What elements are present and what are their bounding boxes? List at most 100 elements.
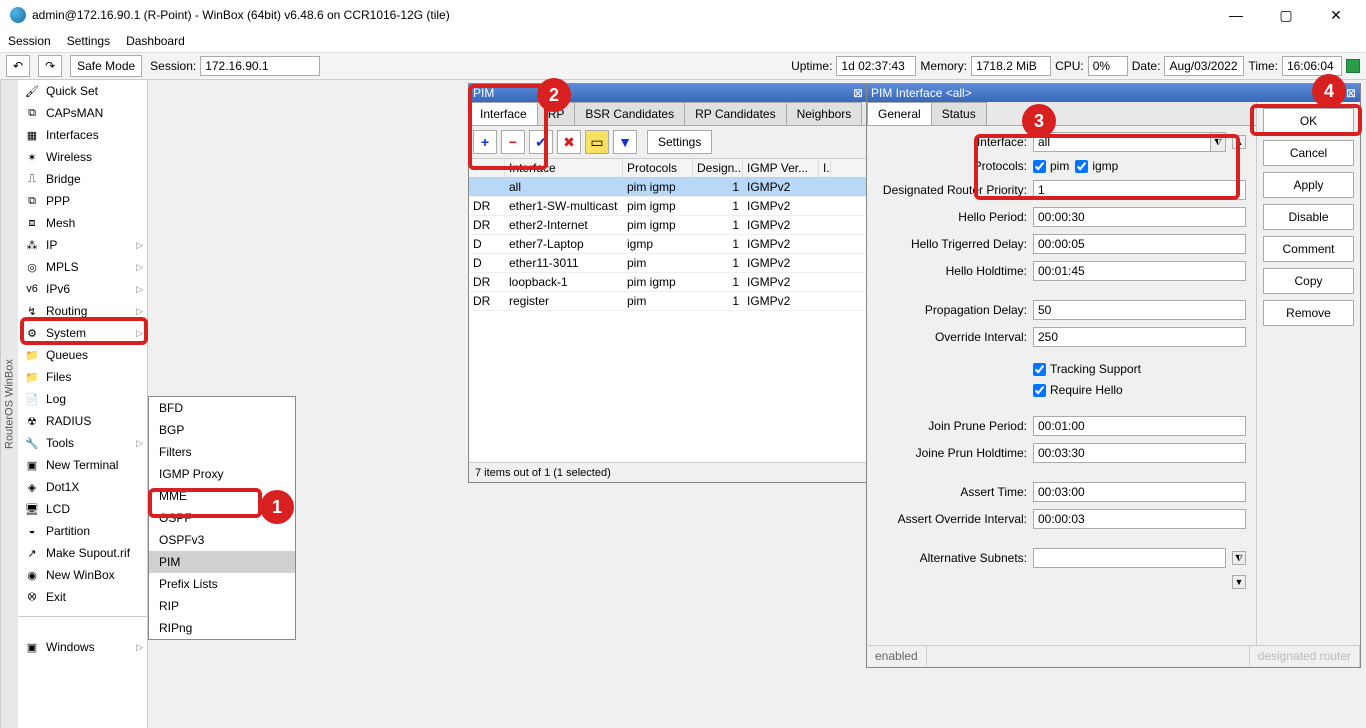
sidebar-item-partition[interactable]: ◒Partition (18, 520, 147, 542)
comment-button[interactable]: Comment (1263, 236, 1354, 262)
col-flag[interactable] (469, 159, 505, 177)
add-button[interactable]: + (473, 130, 497, 154)
col-protocols[interactable]: Protocols (623, 159, 693, 177)
pim-close-icon[interactable]: ⊠ (853, 86, 863, 100)
submenu-item-igmp-proxy[interactable]: IGMP Proxy (149, 463, 295, 485)
close-button[interactable]: ✕ (1316, 1, 1356, 29)
sidebar-item-ppp[interactable]: ⧉PPP (18, 190, 147, 212)
sidebar-item-log[interactable]: 📄Log (18, 388, 147, 410)
table-row[interactable]: DRloopback-1pim igmp1IGMPv2 (469, 273, 867, 292)
as-spin-icon[interactable]: ⧨ (1232, 551, 1246, 565)
sidebar-item-interfaces[interactable]: ▦Interfaces (18, 124, 147, 146)
pim-tab-interface[interactable]: Interface (469, 102, 538, 125)
remove-button[interactable]: − (501, 130, 525, 154)
interface-dropdown-icon[interactable]: ⧨ (1210, 132, 1226, 152)
pim-tab-bsr-candidates[interactable]: BSR Candidates (574, 102, 685, 125)
sidebar-item-capsman[interactable]: ⧉CAPsMAN (18, 102, 147, 124)
submenu-item-ripng[interactable]: RIPng (149, 617, 295, 639)
sidebar-item-routing[interactable]: ↯Routing▷ (18, 300, 147, 322)
sidebar-item-tools[interactable]: 🔧Tools▷ (18, 432, 147, 454)
table-row[interactable]: DRregisterpim1IGMPv2 (469, 292, 867, 311)
iface-close-icon[interactable]: ⊠ (1346, 86, 1356, 100)
submenu-item-pim[interactable]: PIM (149, 551, 295, 573)
sidebar-item-dot1x[interactable]: ◈Dot1X (18, 476, 147, 498)
submenu-item-bfd[interactable]: BFD (149, 397, 295, 419)
spin-down-icon[interactable]: ▼ (1232, 575, 1246, 589)
filter-button[interactable]: ▼ (613, 130, 637, 154)
tab-status[interactable]: Status (931, 102, 987, 125)
enable-button[interactable]: ✔ (529, 130, 553, 154)
oi-input[interactable] (1033, 327, 1246, 347)
sidebar-item-new-winbox[interactable]: ◉New WinBox (18, 564, 147, 586)
comment-button[interactable]: ▭ (585, 130, 609, 154)
tracking-checkbox[interactable] (1033, 363, 1046, 376)
sidebar-item-new-terminal[interactable]: ▣New Terminal (18, 454, 147, 476)
jpp-input[interactable] (1033, 416, 1246, 436)
settings-button[interactable]: Settings (647, 130, 712, 154)
safe-mode-button[interactable]: Safe Mode (70, 55, 142, 77)
spin-up-icon[interactable]: ▲ (1232, 135, 1246, 149)
pim-checkbox[interactable] (1033, 160, 1046, 173)
col-last[interactable]: I... (819, 159, 831, 177)
col-designated[interactable]: Design... (693, 159, 743, 177)
submenu-item-ospfv3[interactable]: OSPFv3 (149, 529, 295, 551)
submenu-item-filters[interactable]: Filters (149, 441, 295, 463)
submenu-item-prefix-lists[interactable]: Prefix Lists (149, 573, 295, 595)
table-row[interactable]: allpim igmp1IGMPv2 (469, 178, 867, 197)
hh-input[interactable] (1033, 261, 1246, 281)
hp-input[interactable] (1033, 207, 1246, 227)
redo-button[interactable]: ↷ (38, 55, 62, 77)
menu-dashboard[interactable]: Dashboard (126, 34, 185, 48)
sidebar-item-mpls[interactable]: ◎MPLS▷ (18, 256, 147, 278)
pim-window-titlebar[interactable]: PIM ⊠ (469, 84, 867, 102)
disable-button[interactable]: Disable (1263, 204, 1354, 230)
table-row[interactable]: Dether7-Laptopigmp1IGMPv2 (469, 235, 867, 254)
sidebar-item-exit[interactable]: ⭙Exit (18, 586, 147, 608)
require-hello-checkbox[interactable] (1033, 384, 1046, 397)
copy-button[interactable]: Copy (1263, 268, 1354, 294)
sidebar-item-files[interactable]: 📁Files (18, 366, 147, 388)
interface-input[interactable] (1033, 132, 1210, 152)
igmp-checkbox[interactable] (1075, 160, 1088, 173)
aoi-input[interactable] (1033, 509, 1246, 529)
drp-input[interactable] (1033, 180, 1246, 200)
sidebar-item-mesh[interactable]: ⧈Mesh (18, 212, 147, 234)
pim-tab-neighbors[interactable]: Neighbors (786, 102, 863, 125)
sidebar-item-make-supout.rif[interactable]: ↗Make Supout.rif (18, 542, 147, 564)
table-row[interactable]: Dether11-3011pim1IGMPv2 (469, 254, 867, 273)
menu-session[interactable]: Session (8, 34, 51, 48)
ok-button[interactable]: OK (1263, 108, 1354, 134)
pim-tab-rp-candidates[interactable]: RP Candidates (684, 102, 787, 125)
col-interface[interactable]: Interface (505, 159, 623, 177)
as-input[interactable] (1033, 548, 1226, 568)
minimize-button[interactable]: — (1216, 1, 1256, 29)
pd-input[interactable] (1033, 300, 1246, 320)
sidebar-item-system[interactable]: ⚙System▷ (18, 322, 147, 344)
htd-input[interactable] (1033, 234, 1246, 254)
sidebar-item-quick-set[interactable]: 🖌Quick Set (18, 80, 147, 102)
maximize-button[interactable]: ▢ (1266, 1, 1306, 29)
session-input[interactable] (200, 56, 320, 76)
table-row[interactable]: DRether2-Internetpim igmp1IGMPv2 (469, 216, 867, 235)
col-igmp-ver[interactable]: IGMP Ver... (743, 159, 819, 177)
jph-input[interactable] (1033, 443, 1246, 463)
sidebar-item-windows[interactable]: ▣Windows▷ (18, 636, 147, 658)
sidebar-item-queues[interactable]: 📁Queues (18, 344, 147, 366)
table-row[interactable]: DRether1-SW-multicastpim igmp1IGMPv2 (469, 197, 867, 216)
at-input[interactable] (1033, 482, 1246, 502)
sidebar-item-wireless[interactable]: ✶Wireless (18, 146, 147, 168)
disable-button[interactable]: ✖ (557, 130, 581, 154)
apply-button[interactable]: Apply (1263, 172, 1354, 198)
sidebar-item-bridge[interactable]: ⎍Bridge (18, 168, 147, 190)
cancel-button[interactable]: Cancel (1263, 140, 1354, 166)
sidebar-item-ipv6[interactable]: v6IPv6▷ (18, 278, 147, 300)
sidebar-item-radius[interactable]: ☢RADIUS (18, 410, 147, 432)
menu-settings[interactable]: Settings (67, 34, 110, 48)
sidebar-item-ip[interactable]: ⁂IP▷ (18, 234, 147, 256)
tab-general[interactable]: General (867, 102, 932, 125)
submenu-item-rip[interactable]: RIP (149, 595, 295, 617)
undo-button[interactable]: ↶ (6, 55, 30, 77)
submenu-item-bgp[interactable]: BGP (149, 419, 295, 441)
iface-window-titlebar[interactable]: PIM Interface <all> ⊠ (867, 84, 1360, 102)
remove-button[interactable]: Remove (1263, 300, 1354, 326)
